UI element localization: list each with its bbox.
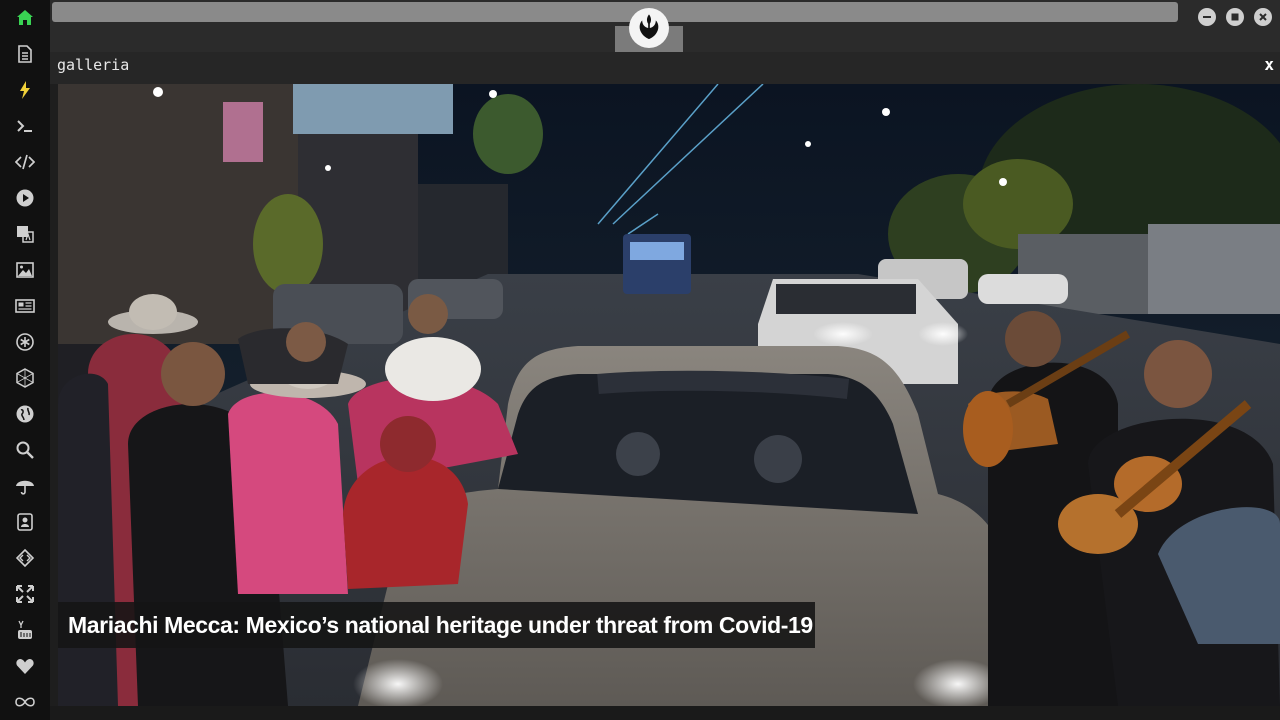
maximize-icon <box>1231 13 1239 21</box>
panel-close-button[interactable]: x <box>1264 55 1274 74</box>
rebel-alliance-logo[interactable] <box>629 8 669 48</box>
globe-icon <box>16 405 34 423</box>
sidebar-item-play[interactable] <box>0 180 50 216</box>
sidebar-item-news[interactable] <box>0 288 50 324</box>
close-window-button[interactable] <box>1254 8 1272 26</box>
lightning-icon <box>20 81 30 99</box>
sidebar-item-terminal[interactable] <box>0 108 50 144</box>
sidebar-item-document[interactable] <box>0 36 50 72</box>
sidebar-item-image[interactable] <box>0 252 50 288</box>
sidebar-item-expand[interactable] <box>0 576 50 612</box>
sidebar-item-contact[interactable] <box>0 504 50 540</box>
sidebar-item-asterisk[interactable] <box>0 324 50 360</box>
sidebar-item-globe[interactable] <box>0 396 50 432</box>
newspaper-icon <box>15 299 35 313</box>
sidebar-item-heart[interactable] <box>0 648 50 684</box>
sidebar-item-code[interactable] <box>0 144 50 180</box>
sidebar-item-home[interactable] <box>0 0 50 36</box>
sidebar-item-hexagon[interactable] <box>0 360 50 396</box>
asterisk-icon <box>16 333 34 351</box>
search-icon <box>16 441 34 459</box>
hexagon-icon <box>16 368 34 388</box>
translate-icon <box>17 226 34 243</box>
heart-icon <box>16 659 34 674</box>
sidebar <box>0 0 50 720</box>
photo-caption: Mariachi Mecca: Mexico’s national herita… <box>58 602 815 648</box>
top-bar <box>50 0 1280 52</box>
sidebar-item-infinity[interactable] <box>0 684 50 720</box>
minimize-button[interactable] <box>1198 8 1216 26</box>
panel-header: galleria x <box>50 52 1280 84</box>
address-bar[interactable] <box>52 2 1178 22</box>
sidebar-item-youtube[interactable] <box>0 612 50 648</box>
youtube-icon <box>18 620 32 639</box>
close-icon <box>1259 13 1267 21</box>
infinity-icon <box>15 697 35 707</box>
code-icon <box>15 154 35 170</box>
bottom-strip <box>50 706 1280 720</box>
home-icon <box>17 10 33 25</box>
rebel-alliance-icon <box>639 14 659 40</box>
umbrella-icon <box>16 480 34 495</box>
terminal-icon <box>17 120 32 132</box>
image-icon <box>16 262 34 278</box>
sidebar-item-lightning[interactable] <box>0 72 50 108</box>
diamond-code-icon <box>15 548 35 568</box>
sidebar-item-search[interactable] <box>0 432 50 468</box>
sidebar-item-translate[interactable] <box>0 216 50 252</box>
panel-title: galleria <box>57 56 130 74</box>
maximize-button[interactable] <box>1226 8 1244 26</box>
sidebar-item-diamond-code[interactable] <box>0 540 50 576</box>
minimize-icon <box>1203 16 1211 18</box>
caption-text: Mariachi Mecca: Mexico’s national herita… <box>68 611 813 638</box>
document-icon <box>18 45 32 63</box>
expand-icon <box>16 585 34 603</box>
contact-icon <box>17 513 33 531</box>
play-icon <box>16 189 34 207</box>
sidebar-item-umbrella[interactable] <box>0 468 50 504</box>
